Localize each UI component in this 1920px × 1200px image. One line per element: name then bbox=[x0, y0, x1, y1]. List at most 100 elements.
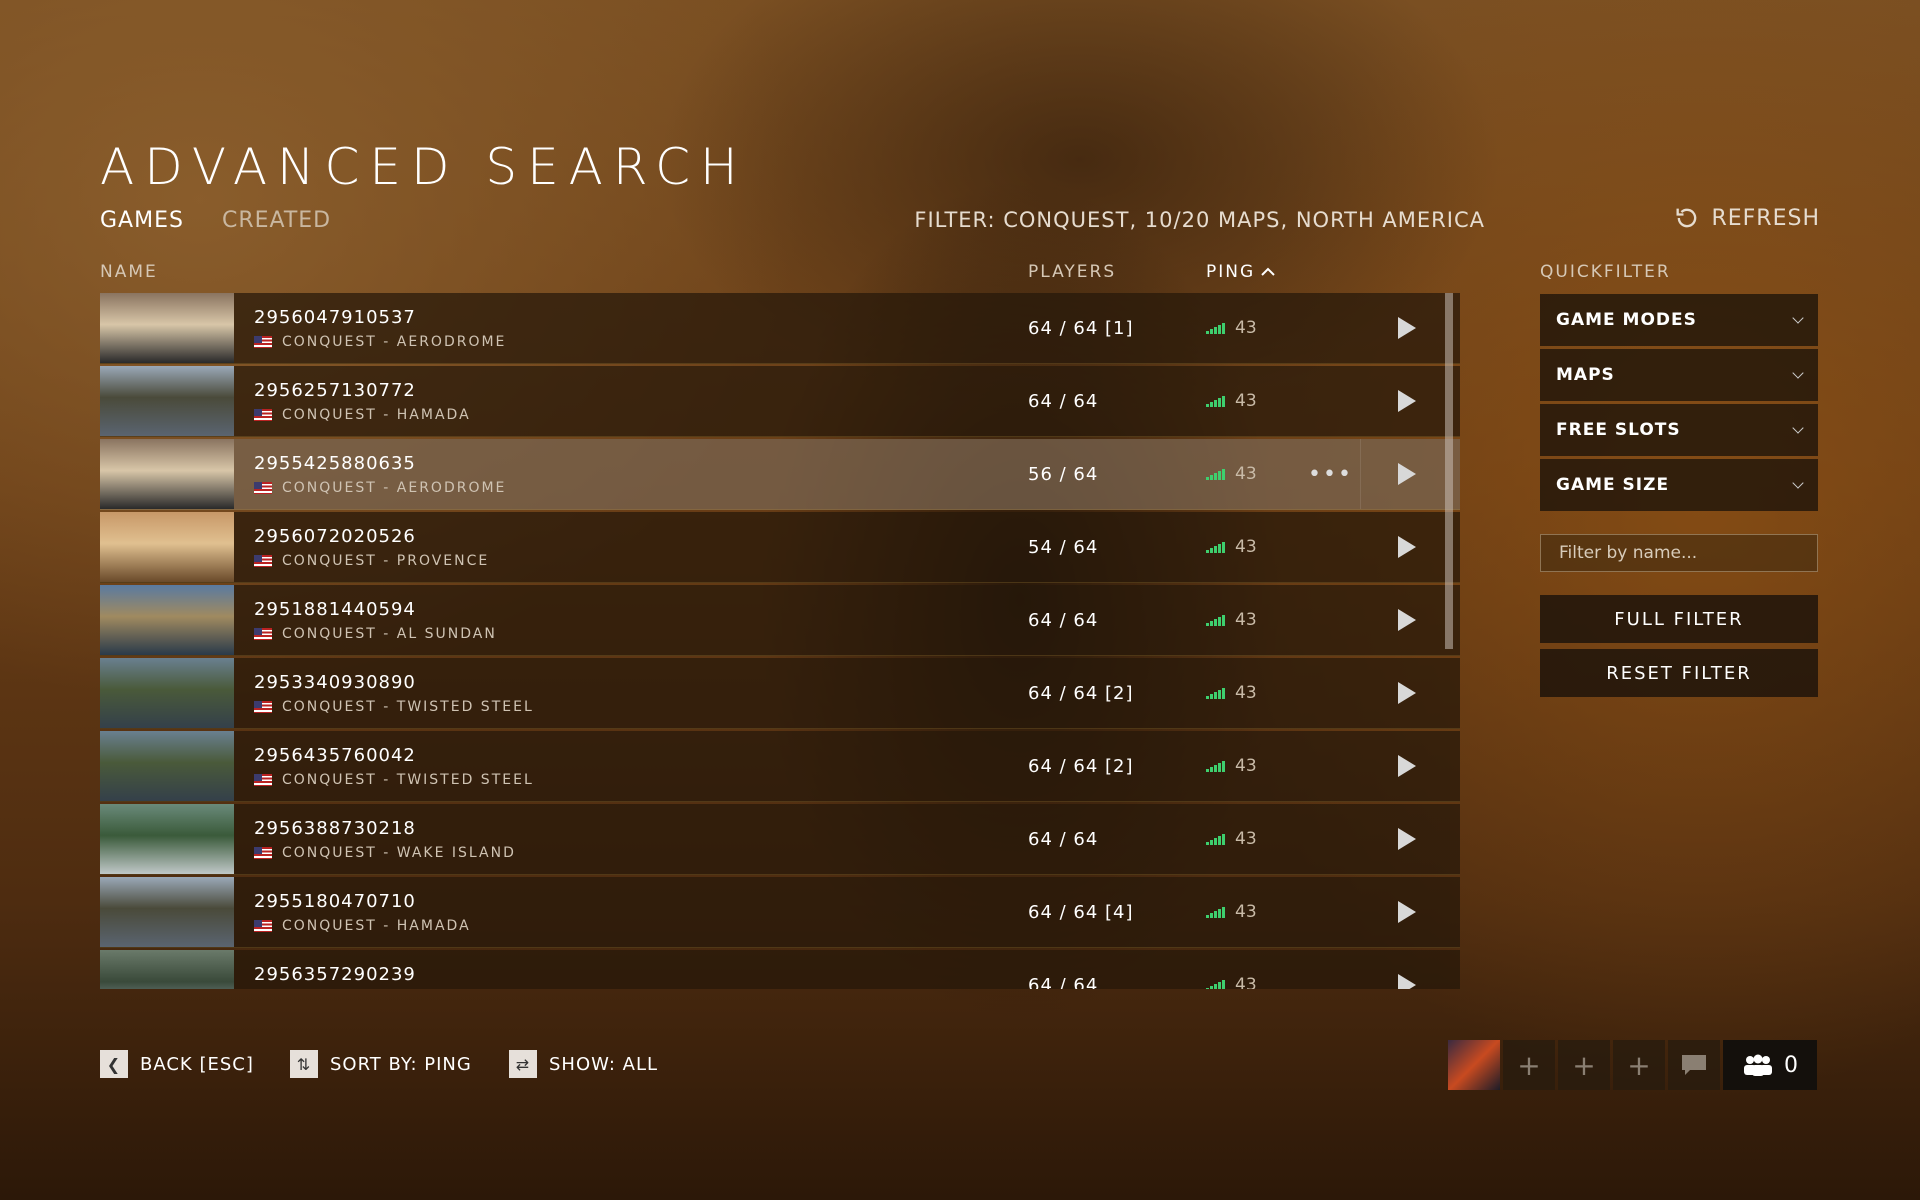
quickfilter-label: GAME MODES bbox=[1556, 310, 1697, 330]
chat-button[interactable] bbox=[1668, 1040, 1720, 1090]
server-info: 2953340930890 CONQUEST - TWISTED STEEL bbox=[254, 672, 1044, 715]
server-mode: CONQUEST - AERODROME bbox=[254, 480, 1044, 496]
column-header-players[interactable]: PLAYERS bbox=[1028, 262, 1116, 282]
map-thumbnail bbox=[100, 366, 234, 436]
play-icon[interactable] bbox=[1398, 974, 1416, 989]
table-row[interactable]: 2953340930890 CONQUEST - TWISTED STEEL 6… bbox=[100, 658, 1460, 729]
us-flag-icon bbox=[254, 554, 272, 567]
sort-label: SORT BY: PING bbox=[330, 1053, 472, 1075]
table-row[interactable]: 2955425880635 CONQUEST - AERODROME 56 / … bbox=[100, 439, 1460, 510]
tab-created[interactable]: CREATED bbox=[222, 208, 331, 233]
play-icon[interactable] bbox=[1398, 463, 1416, 485]
column-header-ping[interactable]: PING bbox=[1206, 262, 1275, 282]
table-row[interactable]: 2951881440594 CONQUEST - AL SUNDAN 64 / … bbox=[100, 585, 1460, 656]
server-ping-value: 43 bbox=[1235, 610, 1257, 630]
play-icon[interactable] bbox=[1398, 901, 1416, 923]
server-mode-label: CONQUEST - PROVENCE bbox=[282, 552, 490, 569]
server-info: 2955180470710 CONQUEST - HAMADA bbox=[254, 891, 1044, 934]
server-mode-label: CONQUEST - AERODROME bbox=[282, 479, 507, 496]
quickfilter-game-size[interactable]: GAME SIZE bbox=[1540, 459, 1818, 511]
table-row[interactable]: 2956357290239 CONQUEST - PANZERSTORM 64 … bbox=[100, 950, 1460, 989]
table-row[interactable]: 2956072020526 CONQUEST - PROVENCE 54 / 6… bbox=[100, 512, 1460, 583]
add-squad-member-button[interactable]: + bbox=[1613, 1040, 1665, 1090]
server-info: 2956357290239 CONQUEST - PANZERSTORM bbox=[254, 964, 1044, 990]
server-mode-label: CONQUEST - TWISTED STEEL bbox=[282, 771, 534, 788]
play-icon[interactable] bbox=[1398, 755, 1416, 777]
us-flag-icon bbox=[254, 627, 272, 640]
server-players: 64 / 64 [2] bbox=[1028, 682, 1134, 704]
refresh-button[interactable]: REFRESH bbox=[1673, 204, 1820, 232]
server-mode: CONQUEST - WAKE ISLAND bbox=[254, 845, 1044, 861]
server-ping-value: 43 bbox=[1235, 683, 1257, 703]
play-icon[interactable] bbox=[1398, 828, 1416, 850]
server-list[interactable]: 2956047910537 CONQUEST - AERODROME 64 / … bbox=[100, 293, 1460, 989]
tab-games[interactable]: GAMES bbox=[100, 208, 184, 233]
back-button[interactable]: ❮ BACK [ESC] bbox=[100, 1050, 254, 1078]
server-ping: 43 bbox=[1206, 391, 1257, 411]
server-ping-value: 43 bbox=[1235, 391, 1257, 411]
squad-bar: + + + 0 bbox=[1448, 1040, 1817, 1090]
tabs: GAMES CREATED bbox=[100, 208, 331, 233]
server-id: 2955425880635 bbox=[254, 452, 416, 474]
server-mode: CONQUEST - HAMADA bbox=[254, 918, 1044, 934]
scrollbar-thumb[interactable] bbox=[1445, 293, 1453, 649]
show-label: SHOW: ALL bbox=[549, 1053, 659, 1075]
server-mode: CONQUEST - TWISTED STEEL bbox=[254, 699, 1044, 715]
friends-icon bbox=[1744, 1054, 1772, 1076]
play-icon[interactable] bbox=[1398, 317, 1416, 339]
us-flag-icon bbox=[254, 919, 272, 932]
us-flag-icon bbox=[254, 335, 272, 348]
plus-icon: + bbox=[1517, 1048, 1541, 1082]
server-ping: 43 bbox=[1206, 829, 1257, 849]
table-row[interactable]: 2956047910537 CONQUEST - AERODROME 64 / … bbox=[100, 293, 1460, 364]
refresh-label: REFRESH bbox=[1711, 205, 1820, 231]
chevron-down-icon bbox=[1792, 367, 1804, 379]
server-ping-value: 43 bbox=[1235, 829, 1257, 849]
server-info: 2955425880635 CONQUEST - AERODROME bbox=[254, 453, 1044, 496]
sort-button[interactable]: ⇅ SORT BY: PING bbox=[290, 1050, 472, 1078]
play-icon[interactable] bbox=[1398, 682, 1416, 704]
table-row[interactable]: 2956388730218 CONQUEST - WAKE ISLAND 64 … bbox=[100, 804, 1460, 875]
server-id: 2956357290239 bbox=[254, 963, 416, 985]
swap-icon: ⇄ bbox=[509, 1050, 537, 1078]
avatar[interactable] bbox=[1448, 1040, 1500, 1090]
quickfilter-maps[interactable]: MAPS bbox=[1540, 349, 1818, 401]
quickfilter-label: FREE SLOTS bbox=[1556, 420, 1681, 440]
map-thumbnail bbox=[100, 512, 234, 582]
server-info: 2956047910537 CONQUEST - AERODROME bbox=[254, 307, 1044, 350]
chevron-down-icon bbox=[1792, 422, 1804, 434]
server-id: 2956388730218 bbox=[254, 817, 416, 839]
play-icon[interactable] bbox=[1398, 609, 1416, 631]
show-button[interactable]: ⇄ SHOW: ALL bbox=[509, 1050, 658, 1078]
filter-by-name-input[interactable] bbox=[1540, 534, 1818, 572]
server-ping-value: 43 bbox=[1235, 975, 1257, 989]
server-mode: CONQUEST - PROVENCE bbox=[254, 553, 1044, 569]
server-ping: 43 bbox=[1206, 318, 1257, 338]
friends-button[interactable]: 0 bbox=[1723, 1040, 1817, 1090]
server-id: 2953340930890 bbox=[254, 671, 416, 693]
server-mode: CONQUEST - HAMADA bbox=[254, 407, 1044, 423]
sort-ascending-icon bbox=[1261, 267, 1275, 276]
server-id: 2956257130772 bbox=[254, 379, 416, 401]
back-label: BACK [ESC] bbox=[140, 1053, 254, 1075]
play-icon[interactable] bbox=[1398, 536, 1416, 558]
add-squad-member-button[interactable]: + bbox=[1558, 1040, 1610, 1090]
add-squad-member-button[interactable]: + bbox=[1503, 1040, 1555, 1090]
chat-icon bbox=[1682, 1055, 1706, 1075]
full-filter-button[interactable]: FULL FILTER bbox=[1540, 595, 1818, 643]
server-mode-label: CONQUEST - HAMADA bbox=[282, 406, 471, 423]
play-icon[interactable] bbox=[1398, 390, 1416, 412]
column-header-name[interactable]: NAME bbox=[100, 262, 158, 282]
reset-filter-button[interactable]: RESET FILTER bbox=[1540, 649, 1818, 697]
table-row[interactable]: 2956257130772 CONQUEST - HAMADA 64 / 64 … bbox=[100, 366, 1460, 437]
quickfilter-game-modes[interactable]: GAME MODES bbox=[1540, 294, 1818, 346]
table-row[interactable]: 2956435760042 CONQUEST - TWISTED STEEL 6… bbox=[100, 731, 1460, 802]
server-ping: 43 bbox=[1206, 464, 1257, 484]
table-row[interactable]: 2955180470710 CONQUEST - HAMADA 64 / 64 … bbox=[100, 877, 1460, 948]
server-mode: CONQUEST - TWISTED STEEL bbox=[254, 772, 1044, 788]
quickfilter-free-slots[interactable]: FREE SLOTS bbox=[1540, 404, 1818, 456]
signal-bars-icon bbox=[1206, 760, 1225, 772]
more-options-icon[interactable]: ••• bbox=[1308, 462, 1353, 487]
server-mode-label: CONQUEST - AERODROME bbox=[282, 333, 507, 350]
server-mode: CONQUEST - AL SUNDAN bbox=[254, 626, 1044, 642]
